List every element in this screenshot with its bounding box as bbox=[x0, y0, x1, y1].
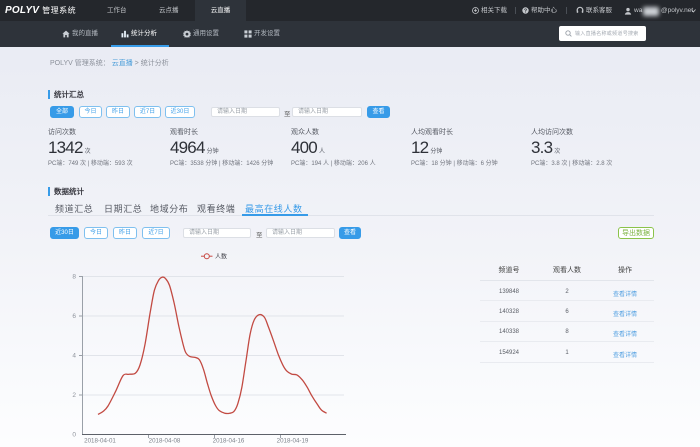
svg-text:4: 4 bbox=[72, 353, 76, 360]
svg-text:人数: 人数 bbox=[215, 253, 227, 261]
svg-text:2018-04-19: 2018-04-19 bbox=[277, 438, 309, 445]
svg-text:0: 0 bbox=[72, 432, 76, 439]
svg-text:8: 8 bbox=[72, 274, 76, 281]
svg-text:2018-04-16: 2018-04-16 bbox=[213, 438, 245, 445]
svg-text:2018-04-01: 2018-04-01 bbox=[84, 438, 116, 445]
svg-text:2018-04-08: 2018-04-08 bbox=[149, 438, 181, 445]
svg-text:6: 6 bbox=[72, 313, 76, 320]
svg-text:2: 2 bbox=[72, 392, 76, 399]
svg-text:?: ? bbox=[524, 9, 527, 15]
